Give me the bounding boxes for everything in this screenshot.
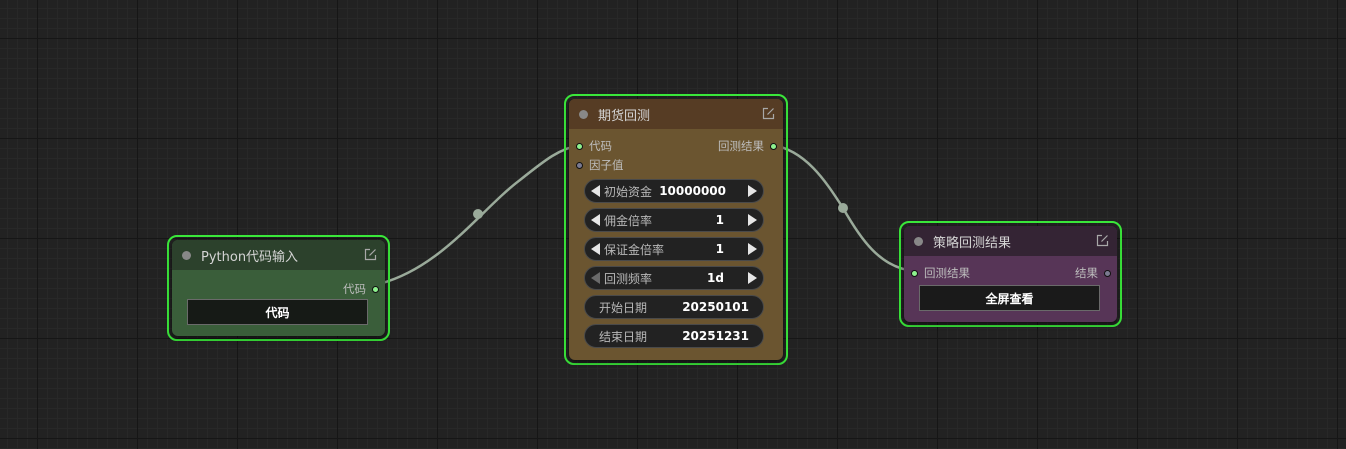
edit-icon[interactable] bbox=[1096, 234, 1109, 247]
node-title: 策略回测结果 bbox=[933, 235, 1012, 251]
edit-icon[interactable] bbox=[364, 248, 377, 261]
widget-backtest-frequency[interactable]: 回测频率 1d bbox=[584, 266, 764, 290]
slot-label: 代码 bbox=[589, 139, 612, 153]
slot-connector-icon[interactable] bbox=[911, 269, 918, 277]
widget-value: 1 bbox=[715, 213, 724, 227]
input-slot-backtest-result[interactable]: 回测结果 bbox=[911, 264, 970, 282]
slot-label: 回测结果 bbox=[924, 266, 970, 280]
code-edit-button[interactable]: 代码 bbox=[187, 299, 368, 325]
slot-connector-icon[interactable] bbox=[576, 161, 583, 169]
node-header[interactable]: Python代码输入 bbox=[172, 240, 385, 270]
node-title: Python代码输入 bbox=[201, 249, 299, 265]
widget-label: 回测频率 bbox=[604, 271, 653, 286]
link-midpoint-handle[interactable] bbox=[838, 203, 848, 213]
output-slot-result[interactable]: 结果 bbox=[1075, 264, 1111, 282]
widget-initial-capital[interactable]: 初始资金 10000000 bbox=[584, 179, 764, 203]
fullscreen-view-button[interactable]: 全屏查看 bbox=[919, 285, 1100, 311]
input-slot-factor[interactable]: 因子值 bbox=[576, 156, 624, 174]
node-python-code-input[interactable]: Python代码输入 代码 代码 bbox=[167, 235, 390, 341]
widget-margin-multiplier[interactable]: 保证金倍率 1 bbox=[584, 237, 764, 261]
decrement-arrow-icon[interactable] bbox=[591, 214, 600, 226]
decrement-arrow-icon[interactable] bbox=[591, 243, 600, 255]
widget-value: 20251231 bbox=[682, 329, 749, 343]
node-title: 期货回测 bbox=[598, 108, 651, 124]
slot-label: 结果 bbox=[1075, 266, 1098, 280]
widget-label: 结束日期 bbox=[599, 329, 648, 344]
output-slot-backtest-result[interactable]: 回测结果 bbox=[718, 137, 777, 155]
increment-arrow-icon[interactable] bbox=[748, 243, 757, 255]
previous-option-arrow-icon[interactable] bbox=[591, 272, 600, 284]
widget-label: 初始资金 bbox=[604, 184, 653, 199]
next-option-arrow-icon[interactable] bbox=[748, 272, 757, 284]
output-slot-code[interactable]: 代码 bbox=[343, 280, 379, 298]
widget-end-date[interactable]: 结束日期 20251231 bbox=[584, 324, 764, 348]
node-futures-backtest[interactable]: 期货回测 代码 因子值 回测结果 初始资金 10000000 佣金倍率 1 保证… bbox=[564, 94, 788, 365]
widget-value: 10000000 bbox=[659, 184, 726, 198]
node-header[interactable]: 期货回测 bbox=[569, 99, 783, 129]
widget-label: 保证金倍率 bbox=[604, 242, 665, 257]
slot-label: 代码 bbox=[343, 282, 366, 296]
decrement-arrow-icon[interactable] bbox=[591, 185, 600, 197]
widget-value: 20250101 bbox=[682, 300, 749, 314]
collapse-dot-icon[interactable] bbox=[182, 250, 191, 260]
widget-label: 开始日期 bbox=[599, 300, 648, 315]
widget-label: 佣金倍率 bbox=[604, 213, 653, 228]
widget-value: 1d bbox=[707, 271, 724, 285]
slot-connector-icon[interactable] bbox=[576, 142, 583, 150]
increment-arrow-icon[interactable] bbox=[748, 214, 757, 226]
edit-icon[interactable] bbox=[762, 107, 775, 120]
link-midpoint-handle[interactable] bbox=[473, 209, 483, 219]
increment-arrow-icon[interactable] bbox=[748, 185, 757, 197]
widget-value: 1 bbox=[715, 242, 724, 256]
node-strategy-backtest-result[interactable]: 策略回测结果 回测结果 结果 全屏查看 bbox=[899, 221, 1122, 327]
slot-label: 因子值 bbox=[589, 158, 624, 172]
slot-connector-icon[interactable] bbox=[770, 142, 777, 150]
widget-commission-multiplier[interactable]: 佣金倍率 1 bbox=[584, 208, 764, 232]
slot-connector-icon[interactable] bbox=[1104, 269, 1111, 277]
slot-label: 回测结果 bbox=[718, 139, 764, 153]
collapse-dot-icon[interactable] bbox=[914, 236, 923, 246]
collapse-dot-icon[interactable] bbox=[579, 109, 588, 119]
slot-connector-icon[interactable] bbox=[372, 285, 379, 293]
input-slot-code[interactable]: 代码 bbox=[576, 137, 612, 155]
widget-start-date[interactable]: 开始日期 20250101 bbox=[584, 295, 764, 319]
node-header[interactable]: 策略回测结果 bbox=[904, 226, 1117, 256]
